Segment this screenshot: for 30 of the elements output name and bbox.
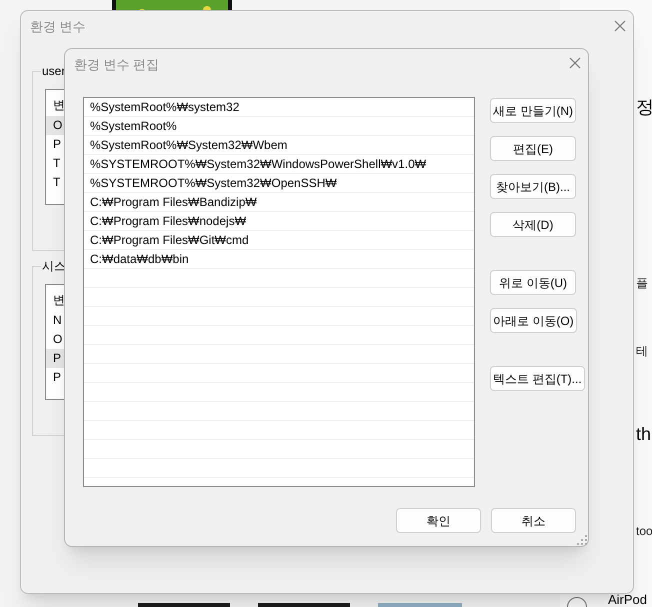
cancel-button[interactable]: 취소	[491, 508, 576, 533]
setting-label: too	[636, 525, 652, 537]
path-row[interactable]: %SystemRoot%₩System32₩Wbem	[84, 136, 474, 155]
side-button[interactable]: 아래로 이동(O)	[490, 308, 577, 333]
path-row[interactable]: C:₩Program Files₩Git₩cmd	[84, 231, 474, 250]
setting-label: 테	[636, 345, 648, 357]
path-row[interactable]: %SYSTEMROOT%₩System32₩OpenSSH₩	[84, 174, 474, 193]
side-button[interactable]: 편집(E)	[490, 136, 576, 161]
path-row[interactable]: C:₩Program Files₩Bandizip₩	[84, 193, 474, 212]
side-button[interactable]: 찾아보기(B)...	[490, 174, 576, 199]
path-row[interactable]: C:₩data₩db₩bin	[84, 250, 474, 269]
close-icon[interactable]	[569, 57, 581, 69]
side-button[interactable]: 새로 만들기(N)	[490, 98, 576, 123]
path-row[interactable]: C:₩Program Files₩nodejs₩	[84, 212, 474, 231]
dialog-title: 환경 변수 편집	[74, 56, 160, 74]
column-header: 변	[52, 97, 66, 114]
device-name: AirPod	[608, 593, 648, 606]
section-heading: th	[636, 425, 652, 443]
side-button[interactable]: 삭제(D)	[490, 212, 576, 237]
side-button[interactable]: 텍스트 편집(T)...	[490, 366, 585, 391]
path-row[interactable]: %SystemRoot%	[84, 117, 474, 136]
ok-button[interactable]: 확인	[396, 508, 481, 533]
setting-label: 플	[636, 277, 648, 289]
close-icon[interactable]	[614, 20, 626, 32]
path-row[interactable]: %SystemRoot%₩system32	[84, 98, 474, 117]
column-header: 변	[52, 292, 66, 309]
side-button[interactable]: 위로 이동(U)	[490, 270, 576, 295]
path-row[interactable]: %SYSTEMROOT%₩System32₩WindowsPowerShell₩v1.0₩	[84, 155, 474, 174]
section-heading: 정	[636, 98, 652, 116]
window-title: 환경 변수	[30, 18, 86, 36]
